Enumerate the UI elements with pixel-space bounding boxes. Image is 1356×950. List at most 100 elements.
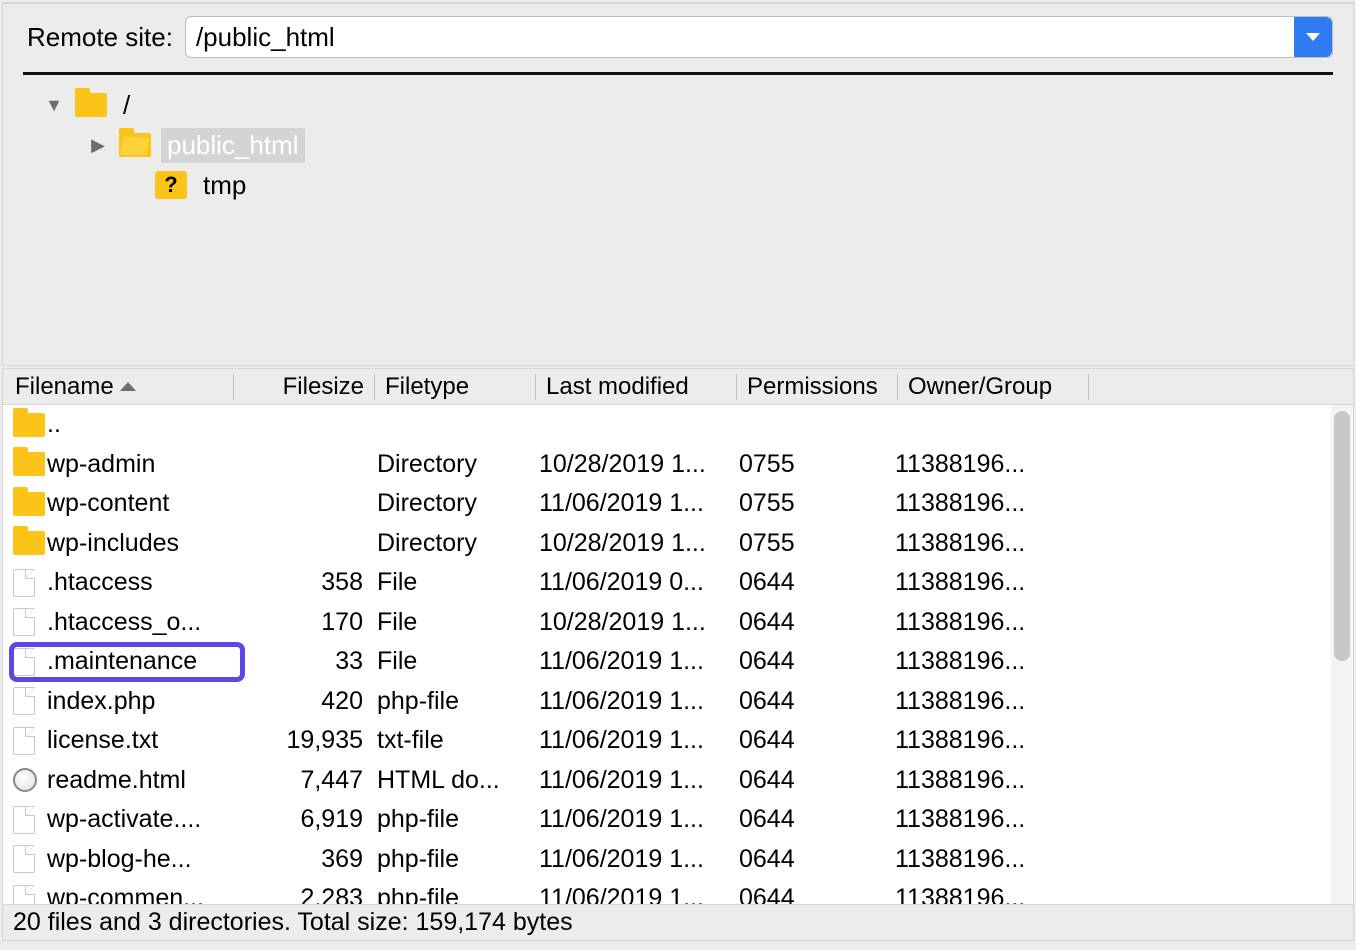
column-label: Filesize [283, 373, 364, 401]
column-label: Last modified [546, 373, 689, 401]
cell-filetype: php-file [373, 805, 535, 834]
file-list-row[interactable]: .maintenance33File11/06/2019 1...0644113… [3, 642, 1353, 682]
file-list-row[interactable]: .htaccess358File11/06/2019 0...064411388… [3, 563, 1353, 603]
column-separator[interactable] [1088, 374, 1089, 400]
column-filesize[interactable]: Filesize [234, 373, 374, 401]
cell-filetype: File [373, 647, 535, 676]
file-list-row[interactable]: wp-commen...2,283php-file11/06/2019 1...… [3, 879, 1353, 904]
file-list-row[interactable]: wp-blog-he...369php-file11/06/2019 1...0… [3, 840, 1353, 880]
tree-label: tmp [197, 168, 252, 203]
cell-filename: readme.html [47, 766, 243, 795]
remote-directory-tree: / public_html ? tmp [23, 75, 1333, 207]
cell-filetype: HTML do... [373, 766, 535, 795]
cell-last-modified: 11/06/2019 1... [535, 766, 735, 795]
cell-permissions: 0644 [735, 845, 891, 874]
file-list-row[interactable]: wp-activate....6,919php-file11/06/2019 1… [3, 800, 1353, 840]
cell-filetype: File [373, 568, 535, 597]
tree-node-tmp[interactable]: ? tmp [29, 165, 1327, 205]
column-label: Filename [15, 373, 114, 401]
cell-owner-group: 11388196... [891, 647, 1101, 676]
column-permissions[interactable]: Permissions [737, 373, 897, 401]
file-list-row[interactable]: .htaccess_o...170File10/28/2019 1...0644… [3, 603, 1353, 643]
cell-owner-group: 11388196... [891, 489, 1101, 518]
scrollbar-vertical[interactable] [1331, 405, 1353, 904]
file-icon [13, 727, 35, 755]
cell-owner-group: 11388196... [891, 687, 1101, 716]
cell-permissions: 0755 [735, 489, 891, 518]
status-bar: 20 files and 3 directories. Total size: … [3, 904, 1353, 940]
remote-path-field-wrap [185, 16, 1333, 58]
remote-file-list-panel: Filename Filesize Filetype Last modified… [2, 368, 1354, 941]
scrollbar-thumb[interactable] [1334, 411, 1350, 661]
remote-path-input[interactable] [186, 17, 1294, 57]
cell-permissions: 0644 [735, 726, 891, 755]
column-last-modified[interactable]: Last modified [536, 373, 736, 401]
file-icon [13, 687, 35, 715]
folder-icon [75, 93, 107, 117]
cell-filesize: 369 [243, 845, 373, 874]
cell-owner-group: 11388196... [891, 726, 1101, 755]
cell-filename: .maintenance [47, 647, 243, 676]
cell-last-modified: 11/06/2019 0... [535, 568, 735, 597]
sort-asc-icon [120, 382, 136, 391]
file-list-row[interactable]: .. [3, 405, 1353, 445]
cell-permissions: 0644 [735, 766, 891, 795]
tree-toggle-icon[interactable] [43, 95, 65, 116]
cell-permissions: 0644 [735, 805, 891, 834]
column-owner-group[interactable]: Owner/Group [898, 373, 1088, 401]
tree-node-public-html[interactable]: public_html [29, 125, 1327, 165]
cell-filetype: Directory [373, 489, 535, 518]
cell-filename: index.php [47, 687, 243, 716]
cell-permissions: 0644 [735, 647, 891, 676]
cell-last-modified: 11/06/2019 1... [535, 489, 735, 518]
file-list-row[interactable]: index.php420php-file11/06/2019 1...06441… [3, 682, 1353, 722]
cell-permissions: 0644 [735, 687, 891, 716]
file-icon [13, 806, 35, 834]
column-filetype[interactable]: Filetype [375, 373, 535, 401]
cell-last-modified: 11/06/2019 1... [535, 805, 735, 834]
cell-owner-group: 11388196... [891, 450, 1101, 479]
file-icon [13, 608, 35, 636]
cell-last-modified: 11/06/2019 1... [535, 726, 735, 755]
file-list-row[interactable]: license.txt19,935txt-file11/06/2019 1...… [3, 721, 1353, 761]
folder-open-icon [119, 133, 151, 157]
cell-filetype: txt-file [373, 726, 535, 755]
cell-filesize: 170 [243, 608, 373, 637]
tree-toggle-icon[interactable] [87, 135, 109, 156]
cell-filesize: 33 [243, 647, 373, 676]
cell-filesize: 6,919 [243, 805, 373, 834]
file-list-row[interactable]: wp-includesDirectory10/28/2019 1...07551… [3, 524, 1353, 564]
file-list-row[interactable]: readme.html7,447HTML do...11/06/2019 1..… [3, 761, 1353, 801]
file-icon [13, 885, 35, 904]
cell-filesize: 358 [243, 568, 373, 597]
file-list-header: Filename Filesize Filetype Last modified… [3, 369, 1353, 405]
tree-label: public_html [161, 128, 305, 163]
cell-filetype: Directory [373, 529, 535, 558]
cell-filetype: php-file [373, 845, 535, 874]
folder-icon [13, 413, 45, 437]
column-label: Filetype [385, 373, 469, 401]
cell-permissions: 0644 [735, 608, 891, 637]
cell-owner-group: 11388196... [891, 845, 1101, 874]
file-icon [13, 569, 35, 597]
cell-owner-group: 11388196... [891, 529, 1101, 558]
cell-permissions: 0644 [735, 884, 891, 904]
remote-site-label: Remote site: [23, 22, 173, 53]
file-list-row[interactable]: wp-adminDirectory10/28/2019 1...07551138… [3, 445, 1353, 485]
column-filename[interactable]: Filename [3, 373, 233, 401]
file-list-row[interactable]: wp-contentDirectory11/06/2019 1...075511… [3, 484, 1353, 524]
cell-filetype: Directory [373, 450, 535, 479]
tree-label: / [117, 88, 136, 123]
file-icon [13, 648, 35, 676]
html-file-icon [13, 768, 37, 792]
cell-owner-group: 11388196... [891, 805, 1101, 834]
cell-owner-group: 11388196... [891, 608, 1101, 637]
cell-filename: license.txt [47, 726, 243, 755]
folder-icon [13, 492, 45, 516]
tree-node-root[interactable]: / [29, 85, 1327, 125]
file-icon [13, 845, 35, 873]
cell-owner-group: 11388196... [891, 884, 1101, 904]
cell-filename: .htaccess_o... [47, 608, 243, 637]
cell-last-modified: 10/28/2019 1... [535, 608, 735, 637]
path-history-dropdown[interactable] [1294, 17, 1332, 57]
